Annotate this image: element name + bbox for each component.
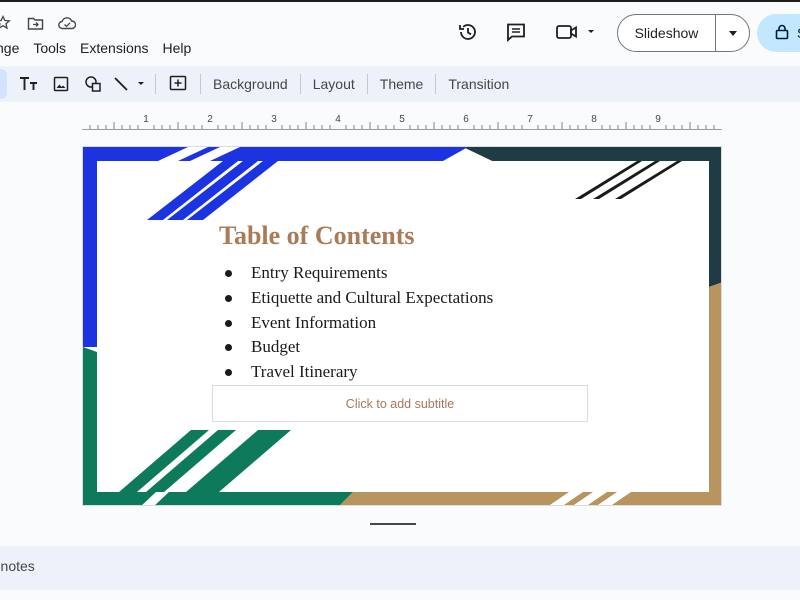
slideshow-button-group: Slideshow [617,14,750,52]
toolbar-separator [155,74,156,94]
ruler-label: 8 [591,114,597,125]
list-item: Event Information [223,311,493,336]
image-icon[interactable] [45,70,77,98]
doc-status-icons [0,14,76,32]
version-history-icon[interactable] [450,14,486,50]
ruler-label: 9 [655,114,661,125]
speaker-notes-panel[interactable]: r notes [0,546,800,590]
toolbar-separator [200,74,201,94]
toolbar-active-edge [0,69,7,99]
list-item: Travel Itinerary [223,360,493,385]
ruler-label: 4 [335,114,341,125]
frame-dark-right [709,147,721,287]
comments-icon[interactable] [498,14,534,50]
menu-arrange[interactable]: nge [0,39,26,57]
toolbar-separator [366,74,368,94]
theme-button[interactable]: Theme [374,76,430,92]
ruler-label: 2 [207,114,213,125]
transition-button[interactable]: Transition [442,76,515,92]
ruler-label: 3 [271,114,277,125]
video-call-icon[interactable] [550,14,600,50]
slideshow-button[interactable]: Slideshow [618,15,716,51]
layout-button[interactable]: Layout [307,76,361,92]
ruler-label: 5 [399,114,405,125]
ruler-ticks: 1 2 3 4 5 6 7 8 9 [89,114,715,130]
shape-icon[interactable] [77,70,109,98]
text-box-icon[interactable] [13,70,45,98]
app-header: nge Tools Extensions Help Slideshow S [0,0,800,64]
notes-resize-handle[interactable] [370,523,416,525]
slide[interactable]: Table of Contents Entry Requirements Eti… [82,146,722,506]
menu-help[interactable]: Help [156,39,199,57]
background-button[interactable]: Background [207,76,294,92]
speaker-notes-placeholder[interactable]: r notes [0,558,35,574]
toolbar-separator [435,74,437,94]
toolbar-separator [299,74,301,94]
bottom-strip [0,590,800,600]
ruler-label: 7 [527,114,533,125]
caret-down-icon [728,24,738,42]
menu-extensions[interactable]: Extensions [73,39,155,57]
star-icon[interactable] [0,14,12,32]
slide-title[interactable]: Table of Contents [219,221,415,251]
slideshow-dropdown[interactable] [716,24,749,42]
list-item: Etiquette and Cultural Expectations [223,286,493,311]
menu-tools[interactable]: Tools [26,39,73,57]
list-item: Entry Requirements [223,261,493,286]
ruler-label: 1 [143,114,149,125]
list-item: Budget [223,335,493,360]
ruler-label: 6 [463,114,469,125]
horizontal-ruler[interactable]: 1 2 3 4 5 6 7 8 9 [82,110,722,130]
move-to-folder-icon[interactable] [26,14,44,32]
bullet-list[interactable]: Entry Requirements Etiquette and Cultura… [223,261,493,385]
cloud-saved-icon[interactable] [58,14,76,32]
line-icon[interactable] [109,70,149,98]
subtitle-placeholder[interactable]: Click to add subtitle [212,385,588,422]
add-comment-icon[interactable] [162,70,194,98]
share-button[interactable]: S [757,14,800,52]
menu-bar: nge Tools Extensions Help [0,39,198,57]
toolbar: Background Layout Theme Transition [0,66,800,102]
lock-icon [775,24,789,43]
